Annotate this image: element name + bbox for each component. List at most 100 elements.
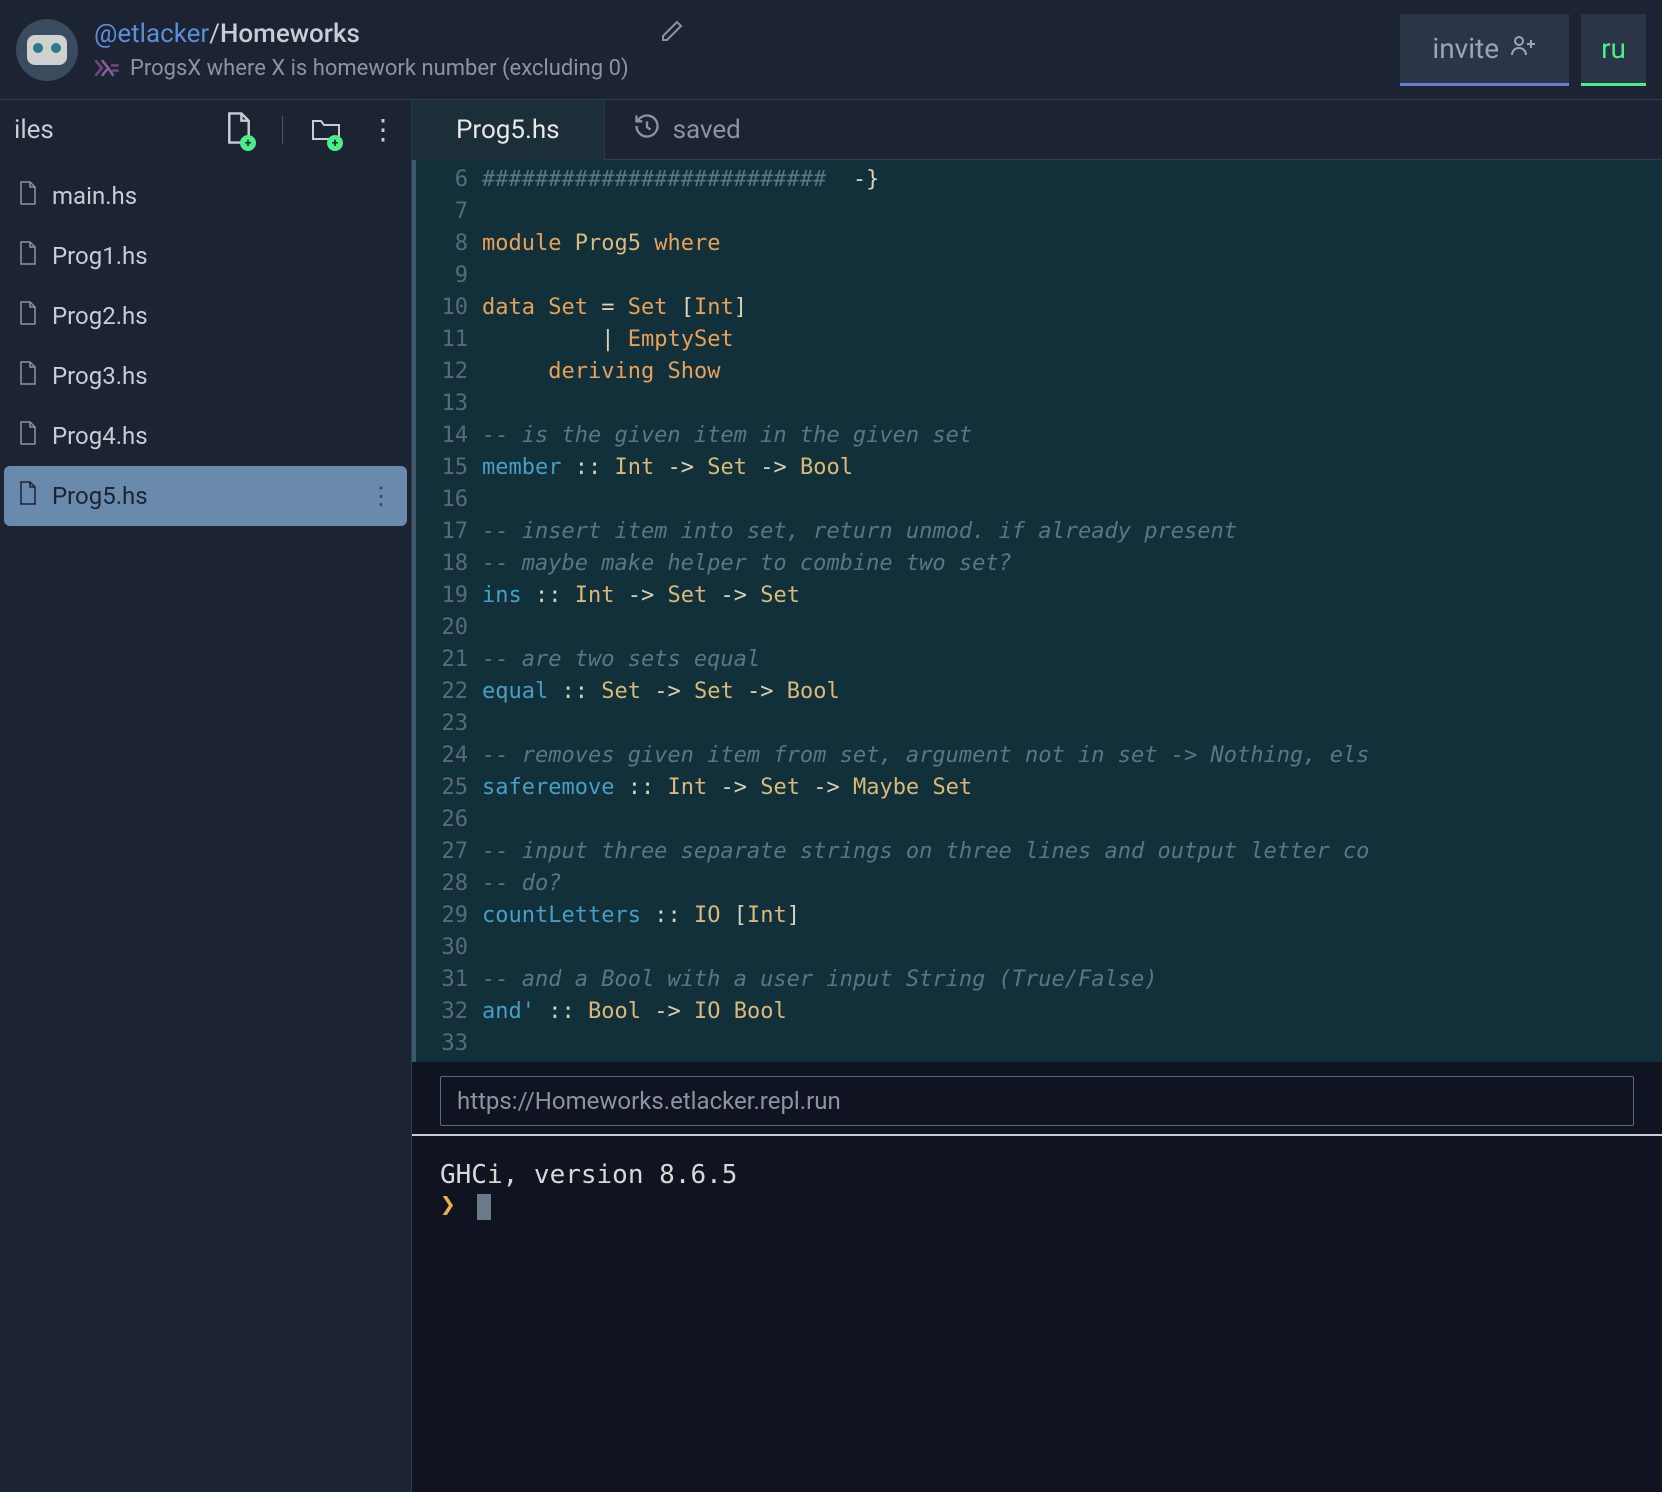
line-number: 21 [416, 644, 468, 676]
code-line[interactable]: deriving Show [482, 356, 1662, 388]
run-button[interactable]: ru [1581, 14, 1646, 86]
code-line[interactable]: countLetters :: IO [Int] [482, 900, 1662, 932]
line-number: 23 [416, 708, 468, 740]
line-number: 12 [416, 356, 468, 388]
header: @etlacker/Homeworks ProgsX where X is ho… [0, 0, 1662, 100]
code-line[interactable]: | EmptySet [482, 324, 1662, 356]
code-line[interactable]: -- do? [482, 868, 1662, 900]
console-divider [412, 1134, 1662, 1136]
code-line[interactable] [482, 612, 1662, 644]
invite-button[interactable]: invite [1400, 14, 1569, 86]
file-item[interactable]: main.hs [0, 166, 411, 226]
line-number: 31 [416, 964, 468, 996]
file-item-label: Prog5.hs [52, 482, 148, 510]
code-line[interactable]: data Set = Set [Int] [482, 292, 1662, 324]
file-icon [18, 180, 38, 212]
file-icon [18, 300, 38, 332]
line-number: 29 [416, 900, 468, 932]
code-line[interactable]: equal :: Set -> Set -> Bool [482, 676, 1662, 708]
file-item[interactable]: Prog3.hs [0, 346, 411, 406]
user-link[interactable]: @etlacker [94, 19, 209, 49]
title-block: @etlacker/Homeworks ProgsX where X is ho… [94, 19, 1400, 81]
sidebar-title: iles [14, 115, 224, 145]
haskell-logo-icon [94, 58, 120, 78]
line-number: 30 [416, 932, 468, 964]
avatar[interactable] [16, 19, 78, 81]
line-number: 27 [416, 836, 468, 868]
console-cursor [477, 1194, 491, 1220]
file-item-label: Prog2.hs [52, 302, 148, 330]
file-item[interactable]: Prog5.hs ⋮ [4, 466, 407, 526]
code-line[interactable]: and' :: Bool -> IO Bool [482, 996, 1662, 1028]
file-item-label: Prog1.hs [52, 242, 148, 270]
code-editor[interactable]: 6789101112131415161718192021222324252627… [412, 160, 1662, 1062]
line-number: 28 [416, 868, 468, 900]
code-line[interactable]: -- are two sets equal [482, 644, 1662, 676]
line-number: 13 [416, 388, 468, 420]
code-line[interactable] [482, 804, 1662, 836]
file-item[interactable]: Prog1.hs [0, 226, 411, 286]
code-line[interactable]: -- maybe make helper to combine two set? [482, 548, 1662, 580]
code-line[interactable] [482, 260, 1662, 292]
edit-icon[interactable] [660, 19, 684, 50]
line-number: 15 [416, 452, 468, 484]
console-prompt: ❯ [440, 1190, 456, 1220]
code-line[interactable] [482, 196, 1662, 228]
line-number: 19 [416, 580, 468, 612]
file-item[interactable]: Prog2.hs [0, 286, 411, 346]
code-line[interactable] [482, 484, 1662, 516]
code-line[interactable] [482, 388, 1662, 420]
code-line[interactable]: -- removes given item from set, argument… [482, 740, 1662, 772]
history-icon [633, 112, 661, 147]
file-item-menu-icon[interactable]: ⋮ [369, 482, 393, 510]
line-number: 7 [416, 196, 468, 228]
repl-url-input[interactable]: https://Homeworks.etlacker.repl.run [440, 1076, 1634, 1126]
divider [282, 116, 283, 144]
line-number: 18 [416, 548, 468, 580]
line-number: 10 [416, 292, 468, 324]
code-line[interactable] [482, 932, 1662, 964]
line-number: 9 [416, 260, 468, 292]
new-file-icon[interactable]: + [224, 111, 254, 149]
line-number: 8 [416, 228, 468, 260]
code-line[interactable]: -- and a Bool with a user input String (… [482, 964, 1662, 996]
project-name[interactable]: Homeworks [220, 19, 360, 49]
code-line[interactable]: -- is the given item in the given set [482, 420, 1662, 452]
saved-status: saved [605, 112, 769, 147]
project-subtitle: ProgsX where X is homework number (exclu… [130, 56, 629, 81]
line-number: 17 [416, 516, 468, 548]
code-line[interactable]: saferemove :: Int -> Set -> Maybe Set [482, 772, 1662, 804]
line-number: 33 [416, 1028, 468, 1060]
code-line[interactable] [482, 708, 1662, 740]
line-number: 6 [416, 164, 468, 196]
line-gutter: 6789101112131415161718192021222324252627… [412, 160, 482, 1062]
file-item[interactable]: Prog4.hs [0, 406, 411, 466]
file-list: main.hs Prog1.hs Prog2.hs Prog3.hs Prog4.hs P… [0, 160, 411, 526]
code-line[interactable]: member :: Int -> Set -> Bool [482, 452, 1662, 484]
code-line[interactable]: -- input three separate strings on three… [482, 836, 1662, 868]
line-number: 24 [416, 740, 468, 772]
code-line[interactable] [482, 1028, 1662, 1060]
code-line[interactable]: module Prog5 where [482, 228, 1662, 260]
file-item-label: Prog3.hs [52, 362, 148, 390]
code-line[interactable]: ########################## -} [482, 164, 1662, 196]
more-menu-icon[interactable]: ⋮ [369, 116, 397, 144]
files-sidebar: iles + + ⋮ main.hs Prog1.hs Prog2.hs Prog3.… [0, 100, 412, 1492]
line-number: 20 [416, 612, 468, 644]
code-content[interactable]: ########################## -} module Prog… [482, 160, 1662, 1062]
line-number: 14 [416, 420, 468, 452]
console-output-line: GHCi, version 8.6.5 [440, 1160, 1634, 1190]
code-line[interactable]: ins :: Int -> Set -> Set [482, 580, 1662, 612]
breadcrumb-slash: / [209, 19, 220, 49]
editor-tab[interactable]: Prog5.hs [412, 100, 605, 161]
file-item-label: main.hs [52, 182, 137, 210]
file-item-label: Prog4.hs [52, 422, 148, 450]
file-icon [18, 240, 38, 272]
new-folder-icon[interactable]: + [311, 111, 341, 149]
line-number: 25 [416, 772, 468, 804]
file-icon [18, 360, 38, 392]
line-number: 11 [416, 324, 468, 356]
file-icon [18, 480, 38, 512]
code-line[interactable]: -- insert item into set, return unmod. i… [482, 516, 1662, 548]
console[interactable]: GHCi, version 8.6.5 ❯ [412, 1142, 1662, 1492]
